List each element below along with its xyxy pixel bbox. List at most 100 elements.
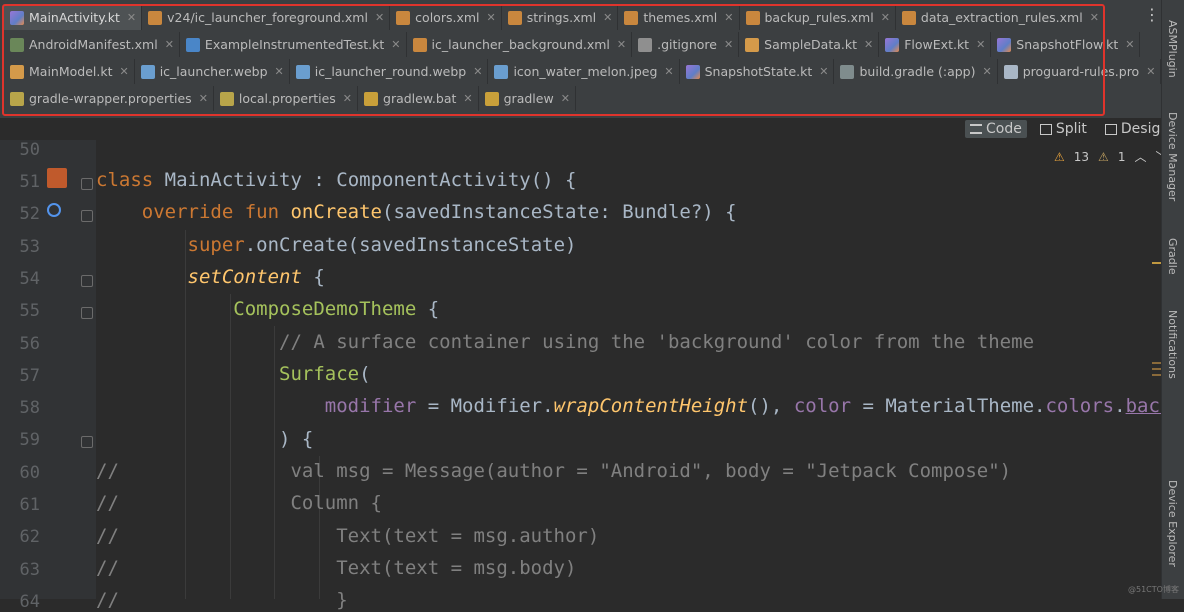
tab-label: AndroidManifest.xml: [29, 37, 158, 52]
close-tab-icon[interactable]: ✕: [473, 65, 482, 78]
close-tab-icon[interactable]: ✕: [881, 11, 890, 24]
line-number: 50: [19, 140, 40, 160]
tab-row: MainModel.kt ✕ ic_launcher.webp ✕ ic_launche…: [4, 58, 1162, 85]
tab-label: ic_launcher.webp: [159, 64, 268, 79]
tab-label: SampleData.kt: [764, 37, 858, 52]
image-file-icon: [295, 64, 310, 79]
close-tab-icon[interactable]: ✕: [617, 38, 626, 51]
close-tab-icon[interactable]: ✕: [343, 92, 352, 105]
line-number: 56: [19, 334, 40, 354]
editor-tab[interactable]: SnapshotState.kt ✕: [680, 59, 835, 84]
editor-tab[interactable]: ExampleInstrumentedTest.kt ✕: [180, 32, 407, 57]
editor-tab[interactable]: backup_rules.xml ✕: [740, 5, 896, 30]
inspection-widget[interactable]: ⚠13 ⚠1 ︿ ﹀: [1054, 148, 1167, 165]
editor-tab[interactable]: proguard-rules.pro ✕: [998, 59, 1162, 84]
close-tab-icon[interactable]: ✕: [119, 65, 128, 78]
fold-marker-icon[interactable]: [81, 436, 93, 448]
editor-tab[interactable]: MainModel.kt ✕: [4, 59, 135, 84]
tab-label: FlowExt.kt: [904, 37, 970, 52]
close-tab-icon[interactable]: ✕: [127, 11, 136, 24]
editor-tab[interactable]: SnapshotFlow.kt ✕: [991, 32, 1141, 57]
close-tab-icon[interactable]: ✕: [983, 65, 992, 78]
line-number: 54: [19, 269, 40, 289]
editor-tab[interactable]: ic_launcher.webp ✕: [135, 59, 290, 84]
line-number: 64: [19, 592, 40, 612]
close-tab-icon[interactable]: ✕: [603, 11, 612, 24]
code-line-56: // A surface container using the 'backgr…: [279, 331, 1035, 353]
close-tab-icon[interactable]: ✕: [487, 11, 496, 24]
close-tab-icon[interactable]: ✕: [275, 65, 284, 78]
editor-tab[interactable]: icon_water_melon.jpeg ✕: [488, 59, 680, 84]
close-tab-icon[interactable]: ✕: [724, 11, 733, 24]
close-tab-icon[interactable]: ✕: [976, 38, 985, 51]
editor-tab[interactable]: strings.xml ✕: [502, 5, 619, 30]
code-line-64: // }: [96, 589, 348, 611]
editor-tab[interactable]: colors.xml ✕: [390, 5, 502, 30]
close-tab-icon[interactable]: ✕: [463, 92, 472, 105]
fold-marker-icon[interactable]: [81, 275, 93, 287]
close-tab-icon[interactable]: ✕: [1125, 38, 1134, 51]
properties-file-icon: [219, 91, 234, 106]
editor-tab[interactable]: SampleData.kt ✕: [739, 32, 880, 57]
editor-tab[interactable]: themes.xml ✕: [618, 5, 740, 30]
gradle-file-icon: [840, 64, 855, 79]
warning-marker[interactable]: [1152, 374, 1161, 376]
device-explorer-tab[interactable]: Device Explorer: [1166, 480, 1179, 567]
warning-marker[interactable]: [1152, 368, 1161, 370]
notifications-tab[interactable]: Notifications: [1166, 310, 1179, 379]
close-tab-icon[interactable]: ✕: [199, 92, 208, 105]
tab-label: gradle-wrapper.properties: [29, 91, 192, 106]
tab-label: local.properties: [238, 91, 336, 106]
kotlin-file-icon: [685, 64, 700, 79]
tab-label: backup_rules.xml: [764, 10, 874, 25]
more-options-icon[interactable]: ⋮: [1144, 7, 1160, 23]
fold-marker-icon[interactable]: [81, 178, 93, 190]
fold-marker-icon[interactable]: [81, 307, 93, 319]
editor-tab[interactable]: ic_launcher_round.webp ✕: [290, 59, 489, 84]
close-tab-icon[interactable]: ✕: [1146, 65, 1155, 78]
editor-tab[interactable]: data_extraction_rules.xml ✕: [896, 5, 1105, 30]
close-tab-icon[interactable]: ✕: [165, 38, 174, 51]
editor-tab[interactable]: .gitignore ✕: [632, 32, 740, 57]
kotlin-class-icon: [10, 64, 24, 79]
previous-highlight-icon[interactable]: ︿: [1134, 148, 1146, 165]
close-tab-icon[interactable]: ✕: [819, 65, 828, 78]
close-tab-icon[interactable]: ✕: [724, 38, 733, 51]
editor-tab[interactable]: gradle-wrapper.properties ✕: [4, 86, 214, 111]
warning-marker[interactable]: [1152, 362, 1161, 364]
editor-tab[interactable]: v24/ic_launcher_foreground.xml ✕: [142, 5, 391, 30]
error-stripe[interactable]: [1152, 152, 1161, 599]
close-tab-icon[interactable]: ✕: [561, 92, 570, 105]
xml-file-icon: [901, 10, 916, 25]
close-tab-icon[interactable]: ✕: [864, 38, 873, 51]
warning-marker[interactable]: [1152, 262, 1161, 264]
editor-tab[interactable]: gradlew.bat ✕: [358, 86, 479, 111]
close-tab-icon[interactable]: ✕: [391, 38, 400, 51]
code-line-51: class MainActivity : ComponentActivity()…: [96, 169, 577, 191]
fold-marker-icon[interactable]: [81, 210, 93, 222]
editor-tab[interactable]: MainActivity.kt ✕: [4, 5, 143, 30]
editor-tab[interactable]: local.properties ✕: [214, 86, 359, 111]
editor-tab[interactable]: gradlew ✕: [479, 86, 576, 111]
code-mode-button[interactable]: Code: [965, 120, 1027, 138]
asm-plugin-tab[interactable]: ASMPlugin: [1166, 20, 1179, 78]
kotlin-file-icon: [10, 10, 24, 25]
editor-tab-bar: MainActivity.kt ✕ v24/ic_launcher_foregrou…: [0, 0, 1162, 118]
editor-tab[interactable]: AndroidManifest.xml ✕: [4, 32, 180, 57]
editor-tab[interactable]: FlowExt.kt ✕: [879, 32, 992, 57]
warning-count: 13: [1073, 149, 1090, 164]
editor-tab[interactable]: ic_launcher_background.xml ✕: [407, 32, 633, 57]
close-tab-icon[interactable]: ✕: [664, 65, 673, 78]
gradle-tab[interactable]: Gradle: [1166, 238, 1179, 275]
activity-layout-icon[interactable]: [47, 168, 67, 188]
close-tab-icon[interactable]: ✕: [1090, 11, 1099, 24]
editor-tab[interactable]: build.gradle (:app) ✕: [834, 59, 998, 84]
split-mode-button[interactable]: Split: [1035, 120, 1092, 138]
tab-row: AndroidManifest.xml ✕ ExampleInstrumentedT…: [4, 31, 1141, 58]
close-tab-icon[interactable]: ✕: [375, 11, 384, 24]
line-number: 60: [19, 463, 40, 483]
override-method-icon[interactable]: [47, 203, 61, 217]
device-manager-tab[interactable]: Device Manager: [1166, 112, 1179, 201]
code-line-58: modifier = Modifier.wrapContentHeight(),…: [324, 395, 1161, 417]
watermark: @51CTO博客: [1128, 585, 1179, 594]
